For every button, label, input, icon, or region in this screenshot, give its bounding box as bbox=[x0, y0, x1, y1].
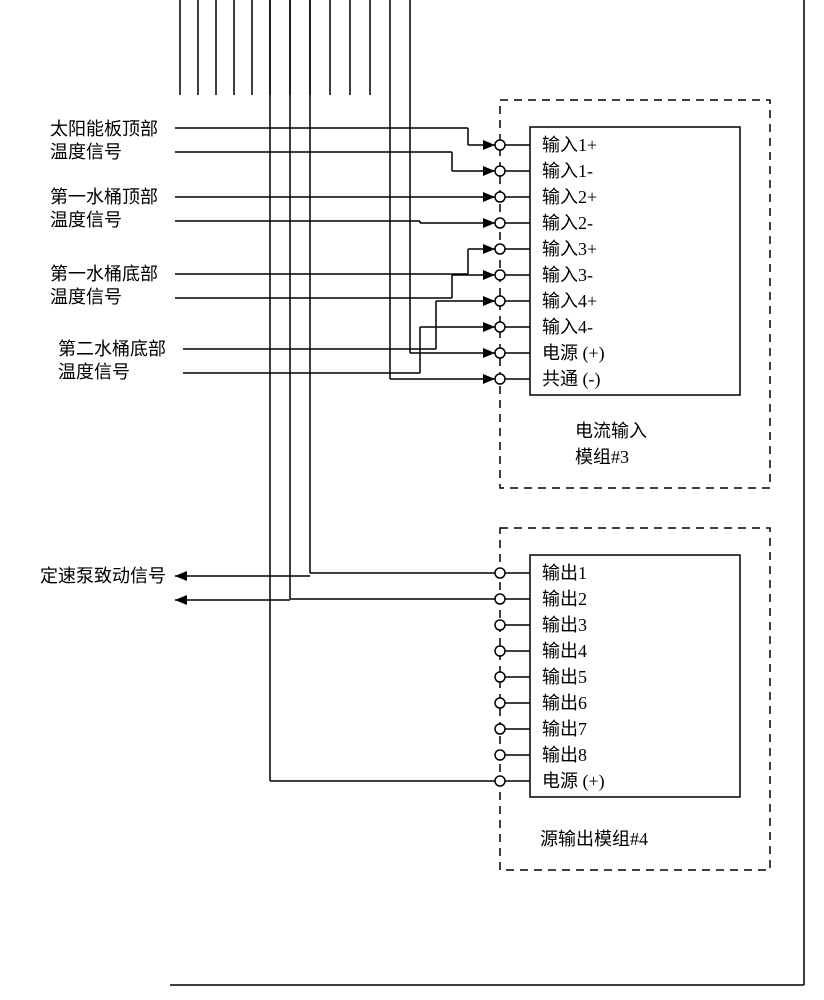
label-tank1-bot-1: 第一水桶底部 bbox=[50, 264, 158, 284]
module-3-pin-label: 输入1+ bbox=[542, 135, 597, 155]
plc-wiring-diagram: 太阳能板顶部 温度信号 第一水桶顶部 温度信号 第一水桶底部 温度信号 第二水桶… bbox=[0, 0, 824, 1000]
module-3-title-2: 模组#3 bbox=[575, 447, 629, 467]
module-3-pin-label: 输入2- bbox=[542, 213, 593, 233]
module-4-source-output: 输出1 输出2 输出3 输出4 输出5 输出6 输出7 输出8 电源 (+) 源输出模组#4 bbox=[495, 528, 770, 870]
left-labels: 太阳能板顶部 温度信号 第一水桶顶部 温度信号 第一水桶底部 温度信号 第二水桶… bbox=[40, 119, 166, 586]
module-3-pin-label: 输入4+ bbox=[542, 291, 597, 311]
module-3-pin-label: 输入3+ bbox=[542, 239, 597, 259]
module-3-pin-label: 共通 (-) bbox=[542, 369, 600, 390]
module-3-pin-label: 输入4- bbox=[542, 317, 593, 337]
module-3-pin-label: 电源 (+) bbox=[542, 343, 605, 364]
module-4-title: 源输出模组#4 bbox=[540, 829, 648, 849]
module-3-pin-label: 输入2+ bbox=[542, 187, 597, 207]
module-4-pin-label: 输出7 bbox=[542, 719, 587, 739]
label-solar-top-2: 温度信号 bbox=[50, 142, 122, 162]
label-tank1-top-2: 温度信号 bbox=[50, 210, 122, 230]
wiring-nets bbox=[175, 128, 495, 781]
module-4-pin-label: 输出4 bbox=[542, 641, 587, 661]
module-4-pin-label: 输出5 bbox=[542, 667, 587, 687]
module-4-outline bbox=[500, 528, 770, 870]
label-tank2-bot-1: 第二水桶底部 bbox=[58, 339, 166, 359]
module-4-pin-label: 输出3 bbox=[542, 615, 587, 635]
module-3-pin-label: 输入3- bbox=[542, 265, 593, 285]
module-3-pin-label: 输入1- bbox=[542, 161, 593, 181]
label-tank1-top-1: 第一水桶顶部 bbox=[50, 187, 158, 207]
label-solar-top-1: 太阳能板顶部 bbox=[50, 119, 158, 139]
label-tank2-bot-2: 温度信号 bbox=[58, 362, 130, 382]
module-4-pin-label: 输出2 bbox=[542, 589, 587, 609]
module-4-pin-label: 输出8 bbox=[542, 745, 587, 765]
label-pump-actuate: 定速泵致动信号 bbox=[40, 566, 166, 586]
label-tank1-bot-2: 温度信号 bbox=[50, 287, 122, 307]
module-3-current-input: 输入1+ 输入1- 输入2+ 输入2- 输入3+ 输入3- 输入4+ 输入4- 电源 (+) 共通… bbox=[495, 100, 770, 488]
module-4-pin-label: 输出1 bbox=[542, 563, 587, 583]
module-4-pin-label: 电源 (+) bbox=[542, 771, 605, 792]
module-4-pin-label: 输出6 bbox=[542, 693, 587, 713]
vertical-bus bbox=[180, 0, 410, 781]
module-3-title-1: 电流输入 bbox=[575, 421, 647, 441]
